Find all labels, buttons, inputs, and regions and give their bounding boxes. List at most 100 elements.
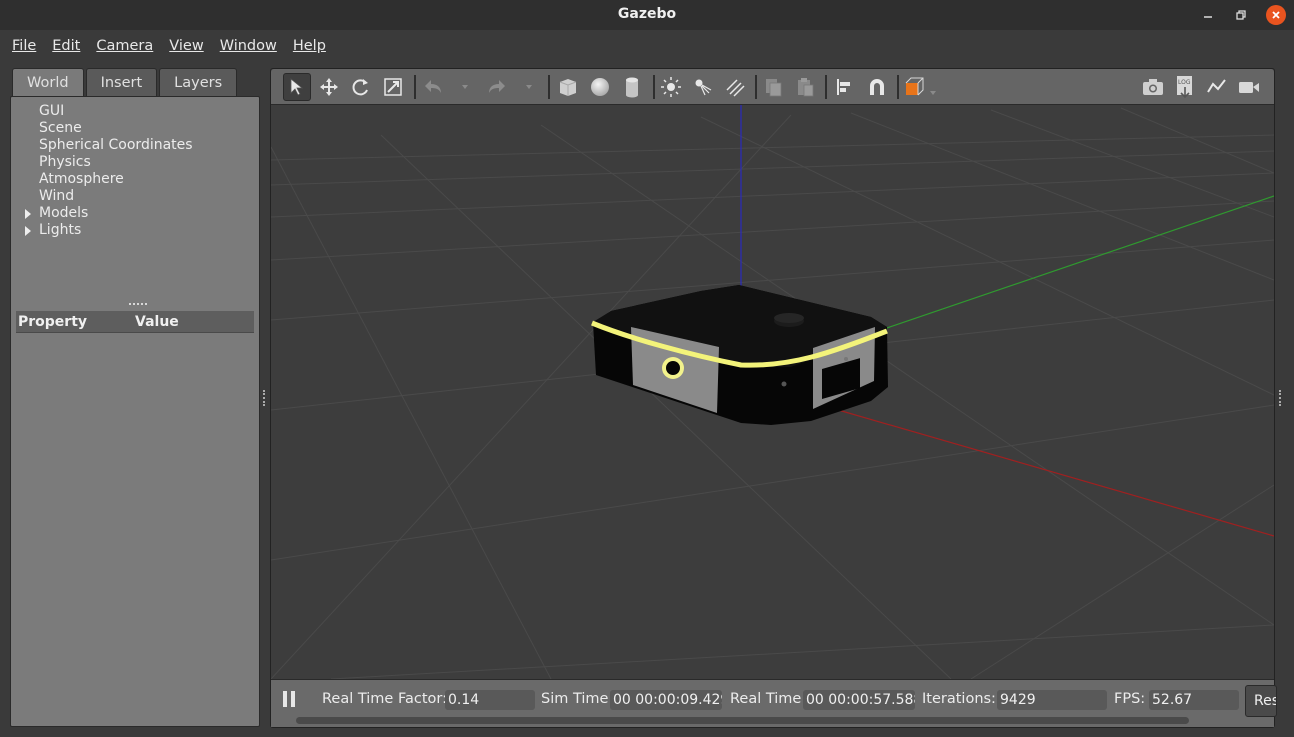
directional-light-icon (726, 79, 745, 97)
sim-time-value: 00 00:00:09.429 (610, 690, 722, 710)
menu-edit[interactable]: Edit (44, 38, 88, 54)
tree-item-physics[interactable]: Physics (11, 154, 259, 171)
cylinder-shape-button[interactable] (618, 73, 646, 101)
spot-light-button[interactable] (689, 73, 717, 101)
scene-render (271, 105, 1274, 679)
screenshot-button[interactable] (1139, 73, 1167, 101)
paste-button[interactable] (791, 73, 819, 101)
maximize-button[interactable] (1231, 5, 1251, 25)
real-time-value: 00 00:00:57.588 (803, 690, 915, 710)
view-angle-button[interactable] (901, 73, 929, 101)
box-shape-button[interactable] (554, 73, 582, 101)
tab-layers[interactable]: Layers (159, 68, 238, 96)
minimize-button[interactable] (1198, 5, 1218, 25)
iterations-value: 9429 (997, 690, 1107, 710)
redo-history-dropdown[interactable] (526, 85, 532, 89)
tree-item-label: Scene (39, 120, 82, 136)
render-panel: LOG Real Time Factor: 0.14 Sim Time: 00 … (270, 68, 1277, 728)
menu-view[interactable]: View (161, 38, 211, 54)
status-bar: Real Time Factor: 0.14 Sim Time: 00 00:0… (271, 679, 1277, 727)
tree-item-label: GUI (39, 103, 65, 119)
fps-value: 52.67 (1149, 690, 1239, 710)
log-button[interactable]: LOG (1171, 73, 1199, 101)
left-panel-resize-handle[interactable] (263, 390, 266, 406)
window-titlebar: Gazebo (0, 0, 1294, 30)
undo-button[interactable] (419, 73, 447, 101)
expand-arrow-icon[interactable] (25, 209, 31, 219)
tree-item-atmosphere[interactable]: Atmosphere (11, 171, 259, 188)
sphere-icon (591, 78, 609, 96)
redo-button[interactable] (483, 73, 511, 101)
point-light-button[interactable] (657, 73, 685, 101)
property-column-header: Property (18, 313, 88, 330)
menu-bar: File Edit Camera View Window Help (0, 30, 1294, 62)
close-button[interactable] (1266, 5, 1286, 25)
rotate-mode-button[interactable] (347, 73, 375, 101)
iterations-label: Iterations: (922, 691, 996, 707)
scale-mode-button[interactable] (379, 73, 407, 101)
translate-mode-icon (320, 78, 338, 96)
tab-insert[interactable]: Insert (85, 68, 158, 96)
real-time-label: Real Time: (730, 691, 807, 707)
tree-item-lights[interactable]: Lights (11, 222, 259, 239)
select-mode-button[interactable] (283, 73, 311, 101)
real-time-factor-label: Real Time Factor: (322, 691, 447, 707)
minimize-icon (1204, 16, 1212, 18)
tree-item-label: Wind (39, 188, 75, 204)
tree-item-scene[interactable]: Scene (11, 120, 259, 137)
plot-icon (1207, 79, 1226, 93)
3d-viewport[interactable] (271, 105, 1274, 679)
redo-icon (489, 80, 505, 93)
spot-light-icon (695, 79, 712, 96)
video-record-icon (1239, 82, 1259, 93)
point-light-icon (661, 77, 681, 97)
world-tree: GUI Scene Spherical Coordinates Physics … (11, 103, 259, 239)
expand-arrow-icon[interactable] (25, 226, 31, 236)
undo-icon (425, 80, 441, 93)
plot-button[interactable] (1203, 73, 1231, 101)
panel-splitter-handle[interactable] (129, 303, 147, 307)
world-panel: GUI Scene Spherical Coordinates Physics … (10, 96, 260, 727)
pause-icon (283, 691, 287, 707)
menu-help[interactable]: Help (285, 38, 334, 54)
tree-item-spherical-coordinates[interactable]: Spherical Coordinates (11, 137, 259, 154)
undo-history-dropdown[interactable] (462, 85, 468, 89)
main-toolbar: LOG (271, 69, 1274, 105)
property-table-header: Property Value (16, 311, 254, 333)
tree-item-label: Atmosphere (39, 171, 124, 187)
tree-item-gui[interactable]: GUI (11, 103, 259, 120)
cylinder-icon (626, 77, 638, 98)
menu-window[interactable]: Window (212, 38, 285, 54)
tree-item-models[interactable]: Models (11, 205, 259, 222)
copy-button[interactable] (759, 73, 787, 101)
translate-mode-button[interactable] (315, 73, 343, 101)
copy-icon (766, 79, 782, 97)
log-icon: LOG (1177, 76, 1192, 99)
status-bar-scrollbar[interactable] (296, 717, 1189, 724)
scale-mode-icon (384, 78, 402, 96)
tab-world[interactable]: World (12, 68, 84, 96)
tree-item-label: Spherical Coordinates (39, 137, 193, 153)
sphere-shape-button[interactable] (586, 73, 614, 101)
snap-button[interactable] (863, 73, 891, 101)
tree-item-wind[interactable]: Wind (11, 188, 259, 205)
directional-light-button[interactable] (721, 73, 749, 101)
tree-item-label: Physics (39, 154, 91, 170)
snap-icon (870, 79, 884, 95)
right-panel-resize-handle[interactable] (1279, 390, 1282, 406)
tree-item-label: Models (39, 205, 89, 221)
rotate-mode-icon (352, 79, 368, 96)
video-record-button[interactable] (1235, 73, 1263, 101)
align-button[interactable] (831, 73, 859, 101)
left-panel-tabs: World Insert Layers (12, 68, 239, 96)
view-angle-dropdown[interactable] (930, 91, 936, 95)
reset-time-button[interactable]: Reset (1245, 685, 1277, 717)
pause-button[interactable] (283, 691, 295, 707)
box-icon (559, 79, 577, 96)
window-title: Gazebo (617, 6, 677, 22)
restore-icon (1236, 10, 1246, 20)
paste-icon (798, 78, 814, 97)
close-icon (1272, 11, 1280, 19)
menu-camera[interactable]: Camera (88, 38, 161, 54)
menu-file[interactable]: File (4, 38, 44, 54)
